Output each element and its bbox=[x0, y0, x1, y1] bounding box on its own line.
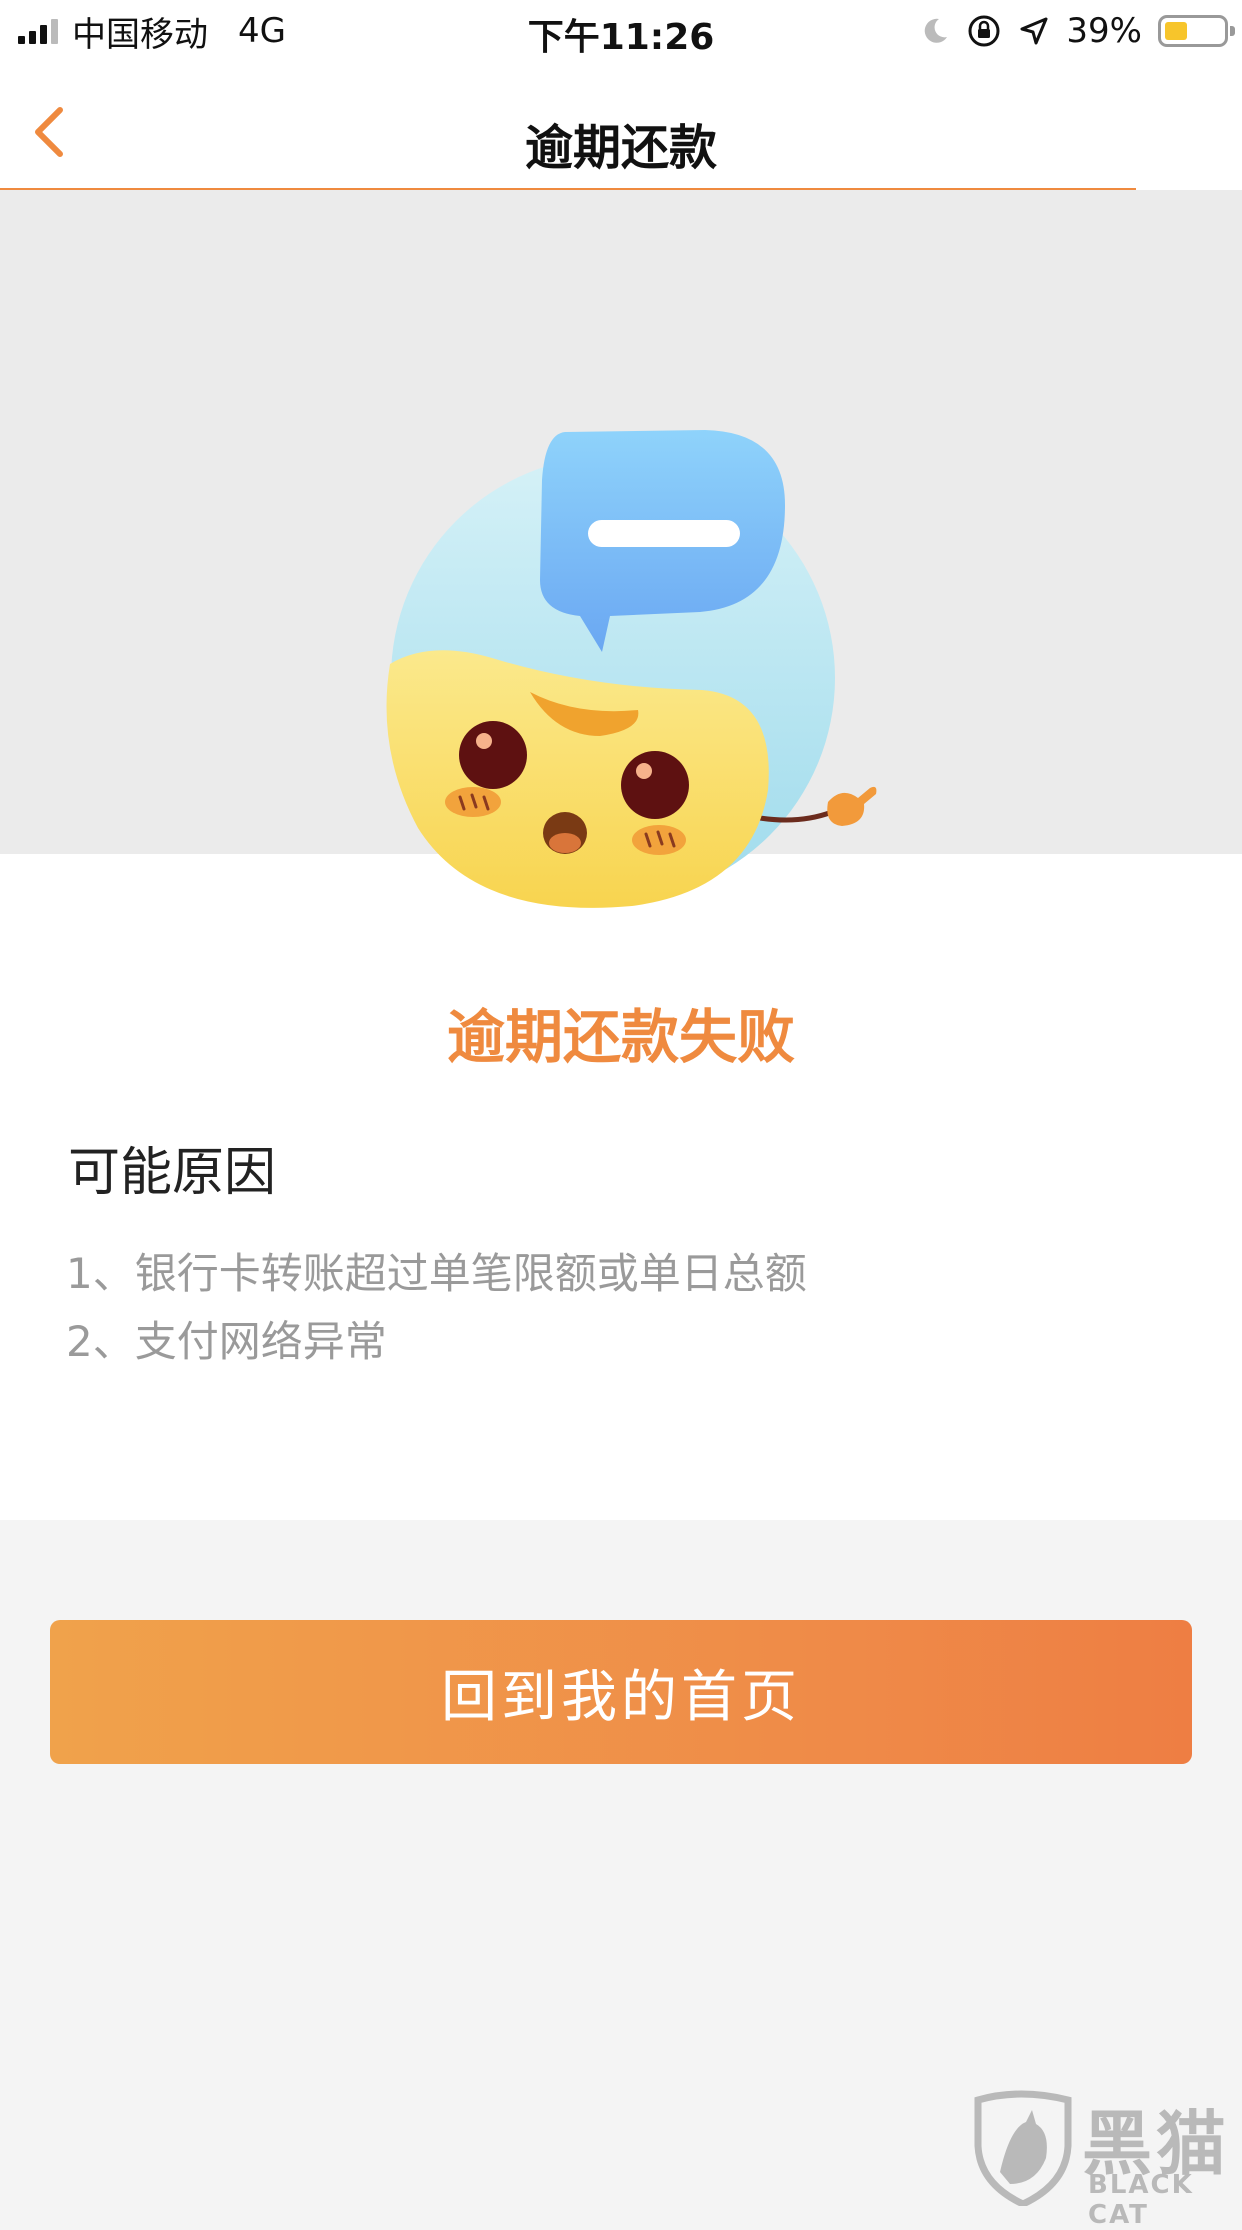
reason-item: 2、支付网络异常 bbox=[66, 1317, 387, 1366]
rotation-lock-icon bbox=[968, 15, 1000, 47]
battery-icon bbox=[1158, 15, 1235, 47]
result-title: 逾期还款失败 bbox=[446, 1003, 795, 1071]
mascot-illustration bbox=[386, 430, 877, 908]
battery-percent: 39% bbox=[1066, 11, 1142, 51]
cat-shield-logo-icon bbox=[974, 2090, 1072, 2206]
mascot-left-eye bbox=[459, 721, 527, 789]
black-cat-watermark: 黑猫 BLACK CAT bbox=[970, 2088, 1242, 2230]
bubble-dash bbox=[588, 520, 740, 547]
nav-bar: 逾期还款 bbox=[0, 62, 1242, 191]
status-bar: 中国移动 4G 下午11:26 39% bbox=[0, 0, 1242, 62]
page-title: 逾期还款 bbox=[524, 120, 717, 176]
reason-item: 1、银行卡转账超过单笔限额或单日总额 bbox=[66, 1249, 807, 1298]
location-arrow-icon bbox=[1020, 17, 1048, 45]
watermark-en: BLACK CAT bbox=[1088, 2170, 1194, 2230]
moon-icon bbox=[925, 18, 948, 43]
mascot-right-cheek bbox=[632, 825, 686, 855]
battery-fill bbox=[1165, 22, 1187, 40]
pointing-hand-icon bbox=[827, 786, 877, 826]
status-right: 39% bbox=[920, 10, 1235, 52]
reasons-heading: 可能原因 bbox=[68, 1143, 277, 1203]
back-to-home-button[interactable]: 回到我的首页 bbox=[50, 1620, 1192, 1764]
mascot-right-eye bbox=[621, 751, 689, 819]
